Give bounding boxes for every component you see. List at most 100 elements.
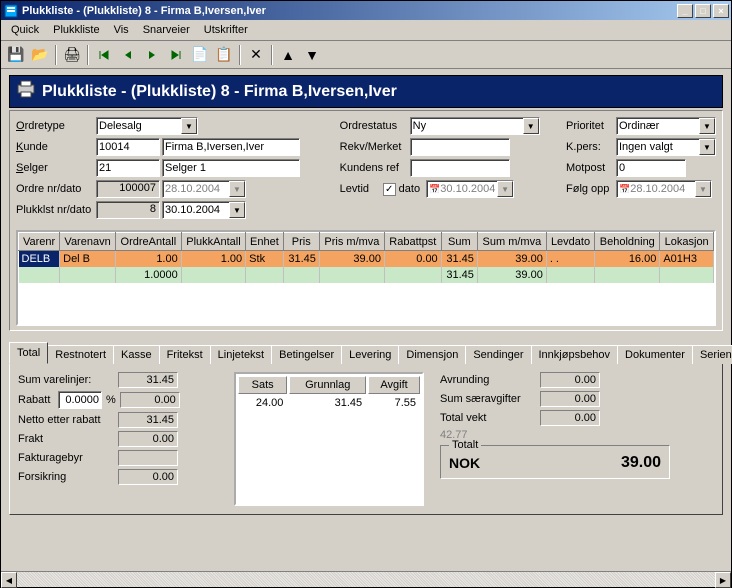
print-icon[interactable]: 🖨: [61, 44, 83, 66]
vat-row: 24.0031.457.55: [238, 396, 420, 410]
horizontal-scrollbar[interactable]: ◀ ▶: [1, 571, 731, 587]
tab-dimensjon[interactable]: Dimensjon: [398, 345, 466, 364]
motpost-input[interactable]: [616, 159, 686, 177]
app-icon: [3, 3, 19, 19]
kunde-label: Kunde: [16, 141, 96, 153]
grid-header-row: VarenrVarenavnOrdreAntallPlukkAntallEnhe…: [19, 233, 714, 251]
ordrenr-label: Ordre nr/dato: [16, 183, 96, 195]
tabstrip: Total Restnotert Kasse Fritekst Linjetek…: [9, 342, 723, 364]
arrow-down-icon[interactable]: ▼: [301, 44, 323, 66]
menu-plukkliste[interactable]: Plukkliste: [47, 22, 105, 38]
tab-linjetekst[interactable]: Linjetekst: [210, 345, 272, 364]
tab-dokumenter[interactable]: Dokumenter: [617, 345, 693, 364]
arrow-up-icon[interactable]: ▲: [277, 44, 299, 66]
form-panel: Ordretype Delesalg▼ Kunde Selger Ordre n…: [9, 110, 723, 331]
tab-serienr[interactable]: Serienr: [692, 345, 732, 364]
forsikring-label: Forsikring: [18, 471, 118, 483]
plukk-value: 8: [96, 201, 160, 219]
table-row[interactable]: DELBDel B1.001.00Stk31.4539.000.0031.453…: [19, 251, 714, 267]
tab-fritekst[interactable]: Fritekst: [159, 345, 211, 364]
tab-sendinger[interactable]: Sendinger: [465, 345, 531, 364]
tab-restnotert[interactable]: Restnotert: [47, 345, 114, 364]
menubar: Quick Plukkliste Vis Snarveier Utskrifte…: [1, 20, 731, 41]
ordrestatus-combo[interactable]: Ny▼: [410, 117, 540, 135]
prioritet-label: Prioritet: [566, 120, 616, 132]
chevron-down-icon[interactable]: ▼: [523, 118, 539, 134]
new-icon[interactable]: 📄: [189, 44, 211, 66]
menu-quick[interactable]: Quick: [5, 22, 45, 38]
netto-label: Netto etter rabatt: [18, 414, 118, 426]
motpost-label: Motpost: [566, 162, 616, 174]
chevron-down-icon[interactable]: ▼: [181, 118, 197, 134]
copy-icon[interactable]: 📋: [213, 44, 235, 66]
totalvekt-value: 0.00: [540, 410, 600, 426]
rabatt-value: 0.00: [120, 392, 180, 408]
tab-levering[interactable]: Levering: [341, 345, 399, 364]
scroll-left-icon[interactable]: ◀: [1, 572, 17, 588]
save-icon[interactable]: 💾: [5, 44, 27, 66]
sumvarelinjer-label: Sum varelinjer:: [18, 374, 118, 386]
tab-kasse[interactable]: Kasse: [113, 345, 160, 364]
currency-label: NOK: [449, 455, 480, 471]
tab-total[interactable]: Total: [9, 342, 48, 364]
sumvarelinjer-value: 31.45: [118, 372, 178, 388]
delete-icon[interactable]: ✕: [245, 44, 267, 66]
menu-snarveier[interactable]: Snarveier: [137, 22, 196, 38]
menu-utskrifter[interactable]: Utskrifter: [198, 22, 254, 38]
page-header: Plukkliste - (Plukkliste) 8 - Firma B,Iv…: [9, 75, 723, 108]
avrunding-label: Avrunding: [440, 374, 540, 386]
titlebar: Plukkliste - (Plukkliste) 8 - Firma B,Iv…: [1, 1, 731, 20]
saeravgifter-label: Sum særavgifter: [440, 393, 540, 405]
ordrenr-value: 100007: [96, 180, 160, 198]
forsikring-value: 0.00: [118, 469, 178, 485]
tab-betingelser[interactable]: Betingelser: [271, 345, 342, 364]
nav-next-icon[interactable]: [141, 44, 163, 66]
vat-table: SatsGrunnlagAvgift 24.0031.457.55: [234, 372, 424, 506]
frakt-value: 0.00: [118, 431, 178, 447]
scroll-right-icon[interactable]: ▶: [715, 572, 731, 588]
plukk-label: Plukklst nr/dato: [16, 204, 96, 216]
ordretype-combo[interactable]: Delesalg▼: [96, 117, 198, 135]
folg-combo: 📅28.10.2004▼: [616, 180, 712, 198]
tab-innkjopsbehov[interactable]: Innkjøpsbehov: [531, 345, 619, 364]
kunde-navn-input[interactable]: [162, 138, 300, 156]
rekv-label: Rekv/Merket: [340, 141, 410, 153]
levtid-checkbox[interactable]: ✓: [383, 183, 396, 196]
chevron-down-icon: ▼: [497, 181, 513, 197]
ordredato-combo: 28.10.2004▼: [162, 180, 246, 198]
chevron-down-icon: ▼: [695, 181, 711, 197]
menu-vis[interactable]: Vis: [108, 22, 135, 38]
chevron-down-icon[interactable]: ▼: [699, 139, 715, 155]
frakt-label: Frakt: [18, 433, 118, 445]
kpers-combo[interactable]: Ingen valgt▼: [616, 138, 716, 156]
saeravgifter-value: 0.00: [540, 391, 600, 407]
totalvekt-label: Total vekt: [440, 412, 540, 424]
open-icon[interactable]: 📂: [29, 44, 51, 66]
chevron-down-icon[interactable]: ▼: [699, 118, 715, 134]
rabatt-pct-input[interactable]: [58, 391, 102, 409]
maximize-button[interactable]: □: [695, 4, 711, 18]
netto-value: 31.45: [118, 412, 178, 428]
levtid-label: Levtid: [340, 183, 380, 195]
print-header-icon: [16, 80, 36, 103]
minimize-button[interactable]: _: [677, 4, 693, 18]
close-button[interactable]: ×: [713, 4, 729, 18]
lines-grid[interactable]: VarenrVarenavnOrdreAntallPlukkAntallEnhe…: [16, 230, 716, 326]
prioritet-combo[interactable]: Ordinær▼: [616, 117, 716, 135]
total-fieldset: Totalt NOK 39.00: [440, 445, 670, 479]
tab-body: Sum varelinjer:31.45 Rabatt%0.00 Netto e…: [9, 363, 723, 515]
ordrestatus-label: Ordrestatus: [340, 120, 410, 132]
kundens-input[interactable]: [410, 159, 510, 177]
chevron-down-icon[interactable]: ▼: [229, 202, 245, 218]
totalt-value: 39.00: [621, 454, 661, 472]
selger-navn-input[interactable]: [162, 159, 300, 177]
kunde-input[interactable]: [96, 138, 160, 156]
selger-input[interactable]: [96, 159, 160, 177]
nav-first-icon[interactable]: [93, 44, 115, 66]
table-sum-row: 1.000031.4539.00: [19, 267, 714, 283]
rekv-input[interactable]: [410, 138, 510, 156]
plukkdato-combo[interactable]: 30.10.2004▼: [162, 201, 246, 219]
kundens-label: Kundens ref: [340, 162, 410, 174]
nav-last-icon[interactable]: [165, 44, 187, 66]
nav-prev-icon[interactable]: [117, 44, 139, 66]
